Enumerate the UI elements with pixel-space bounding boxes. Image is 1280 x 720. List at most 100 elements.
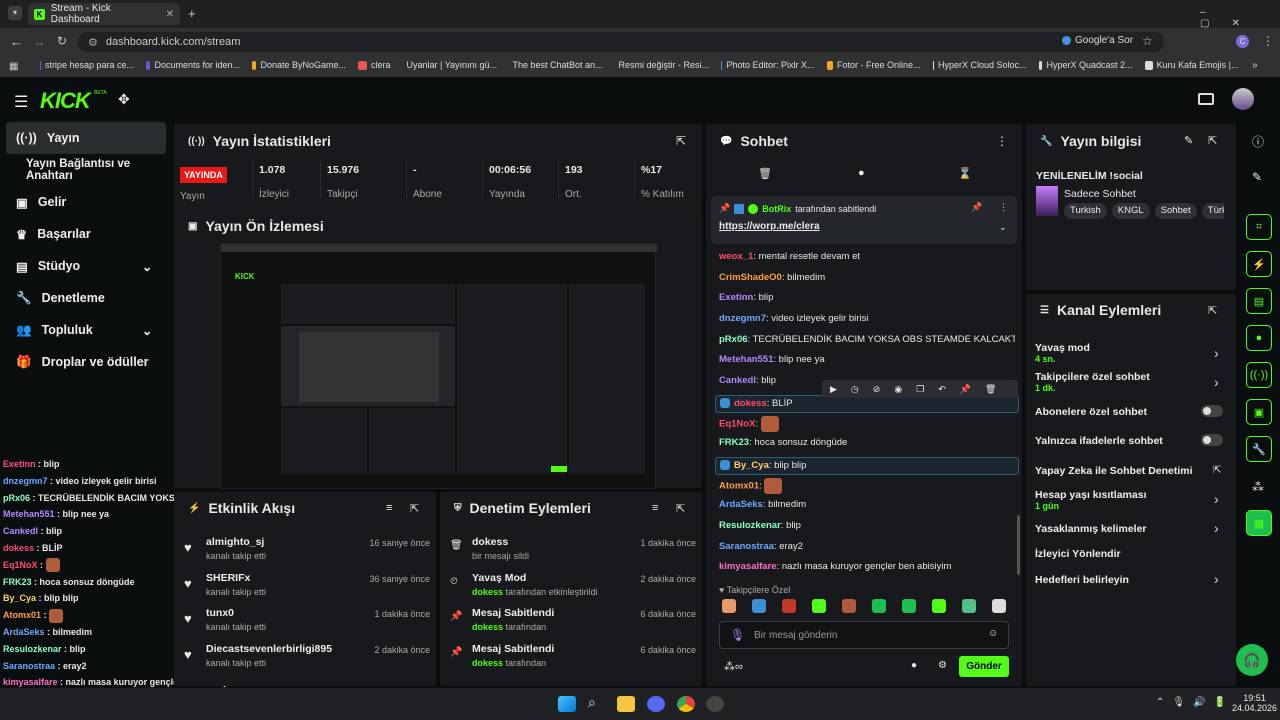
chat-message[interactable]: FRK23: hoca sonsuz döngüde (719, 436, 1015, 457)
close-tab-icon[interactable]: ✕ (166, 9, 174, 20)
pinned-menu-icon[interactable]: ⋮ (999, 202, 1008, 213)
url-input[interactable]: ⚙ dashboard.kick.com/stream (78, 32, 1164, 52)
bookmark-item[interactable]: HyperX Quadcast 2... (1033, 60, 1139, 70)
bookmark-item[interactable]: Donate ByNoGame... (246, 60, 352, 70)
chat-message[interactable]: kimyasalfare: nazlı masa kuruyor gençler… (719, 560, 1015, 581)
sidebar-item-stream-key[interactable]: Yayın Bağlantısı ve Anahtarı (0, 154, 172, 186)
tag-chip[interactable]: Türk (1201, 203, 1224, 219)
support-headset-icon[interactable]: 🎧 (1236, 644, 1268, 676)
bookmark-item[interactable]: Photo Editor: Pixlr X... (715, 60, 821, 70)
tag-chip[interactable]: Sohbet (1154, 203, 1197, 219)
undo-icon[interactable]: ↶ (938, 384, 946, 395)
discord-icon[interactable] (647, 696, 665, 712)
rail-game-icon[interactable]: ▦ (1246, 510, 1272, 536)
bookmark-item[interactable]: Fotor - Free Online... (821, 60, 927, 70)
chat-user[interactable]: Cankedl (719, 375, 756, 386)
chat-message[interactable]: Eq1NoX: (719, 415, 1015, 437)
bookmark-item[interactable]: Resmi değiştir - Resi... (609, 60, 715, 70)
chat-user[interactable]: FRK23 (719, 437, 749, 448)
pinned-message[interactable]: 📌 BotRix tarafından sabitlendi https://w… (711, 196, 1017, 244)
hourglass-icon[interactable]: ⌛ (958, 167, 972, 180)
stream-preview-video[interactable]: KICK (220, 243, 657, 489)
filter-icon[interactable]: ≡ (652, 502, 658, 514)
unpin-icon[interactable]: 📌 (971, 202, 982, 213)
bookmark-item[interactable]: clera (352, 60, 397, 70)
emote-icon[interactable] (782, 599, 796, 613)
popout-icon[interactable]: ⇱ (1208, 134, 1217, 147)
tag-chip[interactable]: Turkish (1064, 203, 1107, 219)
emote-icon[interactable] (872, 599, 886, 613)
emote-icon[interactable] (842, 599, 856, 613)
gear-icon[interactable]: ⚙ (938, 660, 947, 671)
chat-user[interactable]: Atomx01 (719, 480, 759, 491)
hamburger-menu-icon[interactable]: ☰ (14, 92, 28, 112)
emote-icon[interactable] (752, 599, 766, 613)
bookmark-star-icon[interactable]: ☆ (1142, 34, 1153, 48)
profile-avatar-icon[interactable]: C (1236, 35, 1249, 48)
more-bookmarks-icon[interactable]: » (1252, 60, 1258, 71)
back-icon[interactable]: ← (10, 34, 23, 49)
sidebar-item-topluluk[interactable]: 👥 Topluluk ⌄ (0, 314, 172, 346)
chat-message[interactable]: Metehan551: blip nee ya (719, 353, 1015, 374)
window-controls[interactable]: –▢✕ (1200, 7, 1280, 29)
chat-scrollbar[interactable] (1017, 515, 1020, 575)
rail-wrench-icon[interactable]: 🔧 (1246, 436, 1272, 462)
redirect-viewers-row[interactable]: İzleyici Yönlendir (1035, 548, 1121, 560)
pinned-link[interactable]: https://worp.me/clera (719, 221, 820, 232)
emote-icon[interactable] (722, 599, 736, 613)
rail-chat-icon[interactable]: ● (1246, 325, 1272, 351)
chevron-down-icon[interactable]: ⌄ (999, 222, 1007, 233)
clock[interactable]: 19:51 24.04.2026 (1232, 693, 1277, 713)
emote-icon[interactable] (962, 599, 976, 613)
microphone-icon[interactable]: 🎙 (730, 628, 745, 642)
ai-mod-label[interactable]: Yapay Zeka ile Sohbet Denetimi (1035, 465, 1193, 477)
play-icon[interactable]: ▶ (830, 384, 837, 395)
account-age-row[interactable]: Hesap yaşı kısıtlaması 1 gün (1035, 489, 1147, 511)
chat-user[interactable]: dokess (734, 398, 767, 409)
chrome-icon[interactable] (677, 696, 695, 712)
pencil-icon[interactable]: ✎ (1252, 170, 1262, 184)
chat-user[interactable]: Eq1NoX (719, 418, 755, 429)
points-icon[interactable]: ⁂∞ (724, 660, 743, 673)
chat-user[interactable]: CrimShadeO0 (719, 272, 782, 283)
chat-user[interactable]: weox_1 (719, 251, 753, 262)
chat-message[interactable]: Resulozkenar: blip (719, 519, 1015, 540)
chat-message[interactable]: Exetinn: blip (719, 291, 1015, 312)
banned-words-row[interactable]: Yasaklanmış kelimeler (1035, 523, 1147, 535)
chat-user[interactable]: Resulozkenar (719, 520, 781, 531)
reload-icon[interactable]: ↻ (57, 34, 67, 48)
rail-flash-icon[interactable]: ⚡ (1246, 251, 1272, 277)
emote-icon[interactable] (812, 599, 826, 613)
popout-icon[interactable]: ⇱ (1208, 304, 1217, 317)
bookmark-item[interactable]: Kuru Kafa Emojis |... (1139, 60, 1245, 70)
chat-input[interactable]: 🎙 Bir mesaj gönderin ☺ (719, 621, 1009, 649)
chat-user[interactable]: Exetinn (719, 292, 753, 303)
filter-icon[interactable]: ≡ (386, 502, 392, 514)
chat-user[interactable]: Metehan551 (719, 354, 773, 365)
chat-user[interactable]: pRx06 (719, 334, 748, 345)
chat-message[interactable]: Atomx01: (719, 477, 1015, 499)
pin-tool-icon[interactable]: ✥ (118, 91, 130, 108)
new-tab-icon[interactable]: + (188, 6, 196, 21)
bookmark-item[interactable]: The best ChatBot an... (503, 60, 609, 70)
chat-message[interactable]: CrimShadeO0: bilmedim (719, 271, 1015, 292)
rail-broadcast-icon[interactable]: ((·)) (1246, 362, 1272, 388)
ask-google-button[interactable]: Google'a Sor (1062, 35, 1133, 46)
chat-user[interactable]: By_Cya (734, 460, 769, 471)
popout-icon[interactable]: ⇱ (410, 502, 419, 515)
trash-icon[interactable]: 🗑 (758, 167, 772, 180)
chat-message[interactable]: ArdaSeks: bilmedim (719, 498, 1015, 519)
followers-only-row[interactable]: Takipçilere özel sohbet 1 dk. (1035, 371, 1150, 393)
mod-view-icon[interactable] (1198, 93, 1214, 105)
bookmark-item[interactable]: Uyanlar | Yayınını gü... (397, 60, 503, 70)
sidebar-item-yayin[interactable]: ((·)) Yayın (6, 122, 166, 154)
tray-icons[interactable]: ⌃🎙🔊🔋 (1156, 697, 1234, 708)
chat-message[interactable]: pRx06: TECRÜBELENDİK BACIM YOKSA OBS STE… (719, 333, 1015, 354)
send-button[interactable]: Gönder (959, 656, 1009, 677)
popout-icon[interactable]: ⇱ (676, 134, 686, 148)
sidebar-item-droplar[interactable]: 🎁 Droplar ve ödüller (0, 346, 172, 378)
info-icon[interactable]: ⓘ (1252, 133, 1264, 150)
rail-archive-icon[interactable]: ▣ (1246, 399, 1272, 425)
delete-icon[interactable]: 🗑 (985, 384, 996, 395)
bookmark-item[interactable]: stripe hesap para ce... (34, 60, 140, 70)
